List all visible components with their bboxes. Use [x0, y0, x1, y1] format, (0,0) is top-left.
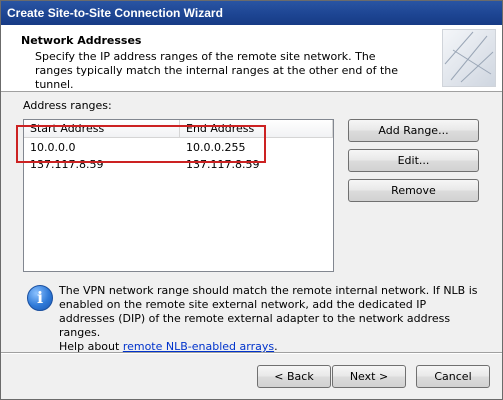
wizard-header: Network Addresses Specify the IP address… [1, 25, 502, 92]
info-icon: i [27, 285, 53, 311]
start-address-cell: 137.117.8.59 [30, 158, 104, 171]
start-address-cell: 10.0.0.0 [30, 141, 76, 154]
table-row[interactable]: 137.117.8.59 137.117.8.59 [24, 156, 333, 173]
address-ranges-label: Address ranges: [23, 99, 112, 112]
address-ranges-list[interactable]: Start Address End Address 10.0.0.0 10.0.… [23, 119, 334, 272]
table-row[interactable]: 10.0.0.0 10.0.0.255 [24, 139, 333, 156]
column-end-address[interactable]: End Address [180, 120, 333, 137]
column-start-address[interactable]: Start Address [24, 120, 180, 137]
edit-button[interactable]: Edit... [348, 149, 479, 172]
end-address-cell: 137.117.8.59 [186, 158, 260, 171]
back-button[interactable]: < Back [257, 365, 331, 388]
footer-separator [1, 352, 502, 354]
page-description: Specify the IP address ranges of the rem… [35, 50, 398, 91]
list-header: Start Address End Address [24, 120, 333, 138]
end-address-cell: 10.0.0.255 [186, 141, 246, 154]
remove-button[interactable]: Remove [348, 179, 479, 202]
wizard-window: Create Site-to-Site Connection Wizard Ne… [0, 0, 503, 400]
window-title: Create Site-to-Site Connection Wizard [1, 1, 502, 25]
next-button[interactable]: Next > [332, 365, 406, 388]
wizard-header-graphic [442, 29, 496, 87]
page-title: Network Addresses [21, 34, 142, 47]
info-message: The VPN network range should match the r… [59, 284, 479, 354]
add-range-button[interactable]: Add Range... [348, 119, 479, 142]
info-text: The VPN network range should match the r… [59, 284, 478, 339]
cancel-button[interactable]: Cancel [416, 365, 490, 388]
